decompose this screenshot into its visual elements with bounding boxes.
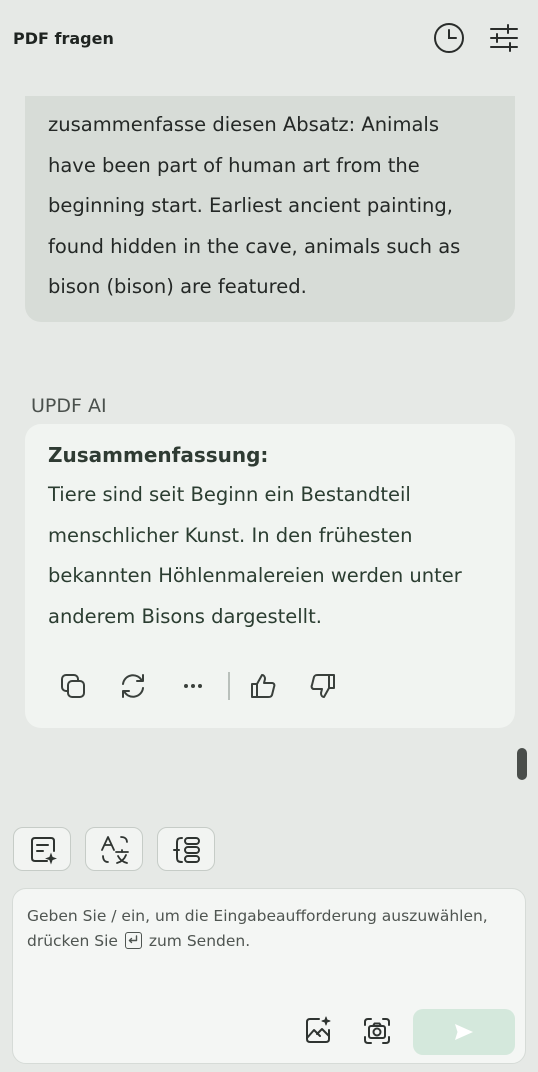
scrollbar-thumb[interactable] <box>517 748 527 780</box>
input-placeholder: Geben Sie / ein, um die Eingabeaufforder… <box>27 904 515 954</box>
image-ai-icon[interactable] <box>302 1015 334 1047</box>
explain-icon <box>173 837 200 863</box>
regenerate-icon[interactable] <box>117 670 149 702</box>
ai-response-body: Tiere sind seit Beginn ein Bestandteil m… <box>48 483 462 628</box>
clock-icon[interactable] <box>431 20 467 56</box>
more-icon[interactable] <box>177 670 209 702</box>
translate-button[interactable] <box>85 827 143 871</box>
translate-icon <box>101 836 129 864</box>
ai-response-card: Zusammenfassung: Tiere sind seit Beginn … <box>25 424 515 728</box>
user-message-text: zusammenfasse diesen Absatz: Animals hav… <box>48 113 461 298</box>
placeholder-text-start: Geben Sie / ein, um die Eingabeaufforder… <box>27 907 488 950</box>
send-button[interactable] <box>413 1009 515 1055</box>
divider <box>228 672 230 700</box>
send-icon <box>455 1024 473 1040</box>
enter-key-icon <box>124 932 142 949</box>
ai-action-bar <box>55 664 475 708</box>
placeholder-text-end: zum Senden. <box>148 932 251 950</box>
sliders-icon[interactable] <box>486 20 522 56</box>
screenshot-icon[interactable] <box>361 1015 393 1047</box>
copy-icon[interactable] <box>57 670 89 702</box>
thumbs-down-icon[interactable] <box>307 670 339 702</box>
prompt-input[interactable]: Geben Sie / ein, um die Eingabeaufforder… <box>12 888 526 1064</box>
ai-response-heading: Zusammenfassung: <box>48 443 269 467</box>
header: PDF fragen <box>0 0 538 78</box>
ai-sender-label: UPDF AI <box>31 395 107 417</box>
user-message-bubble: zusammenfasse diesen Absatz: Animals hav… <box>25 96 515 322</box>
explain-button[interactable] <box>157 827 215 871</box>
thumbs-up-icon[interactable] <box>247 670 279 702</box>
summarize-icon <box>31 837 57 865</box>
page-title: PDF fragen <box>13 29 114 48</box>
summarize-button[interactable] <box>13 827 71 871</box>
